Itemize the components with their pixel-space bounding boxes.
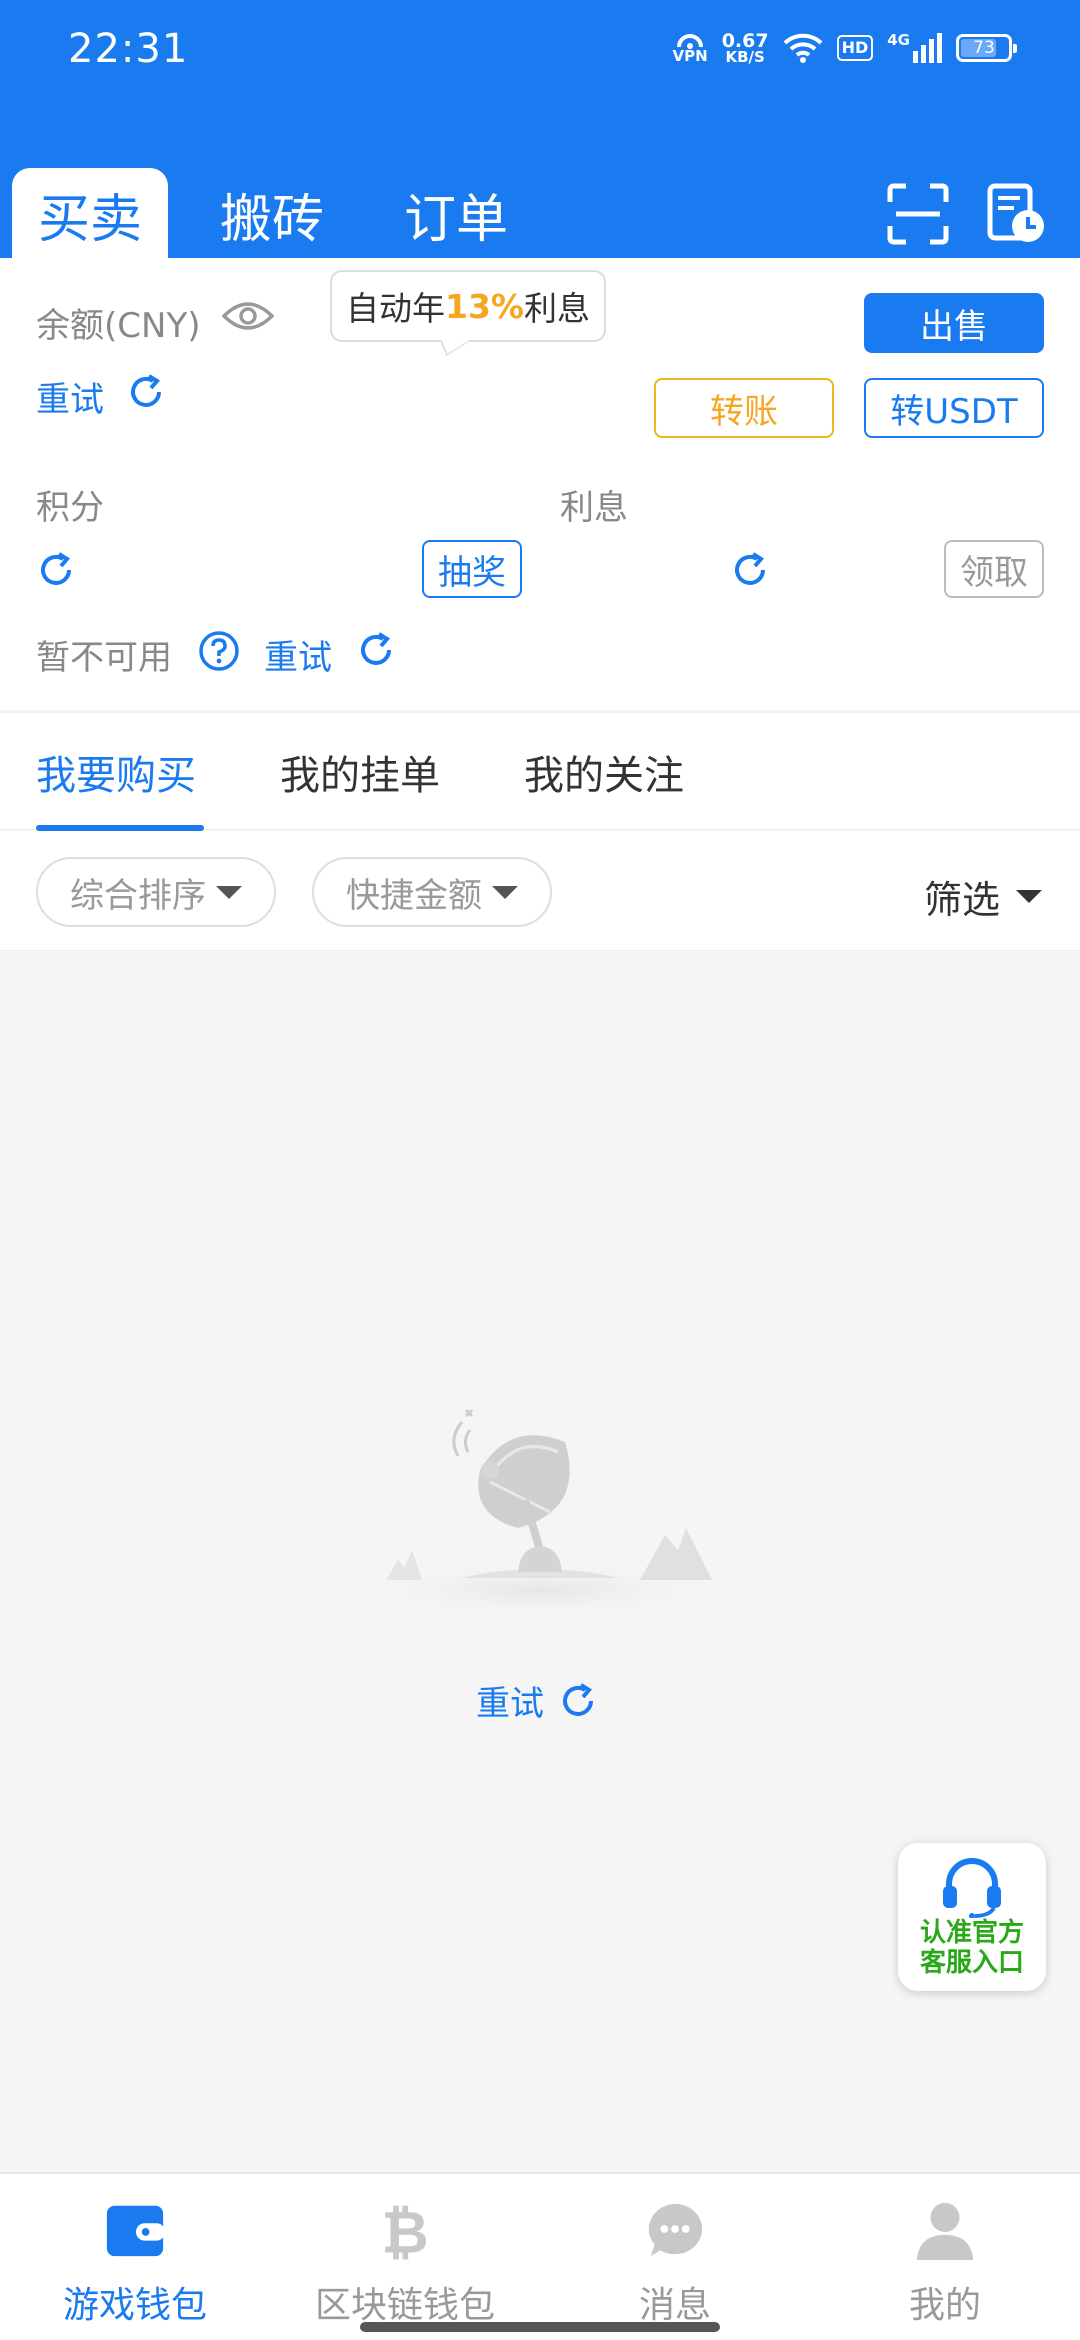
- svg-text:₿: ₿: [381, 2198, 428, 2262]
- hd-badge: HD: [836, 35, 874, 61]
- empty-retry-label: 重试: [476, 1684, 544, 1724]
- empty-retry[interactable]: 重试: [476, 1676, 598, 1725]
- claim-button[interactable]: 领取: [944, 540, 1044, 598]
- service-text-2: 客服入口: [919, 1948, 1024, 1978]
- sort-dropdown[interactable]: 综合排序: [36, 857, 276, 927]
- tab-buy-sell[interactable]: 买卖: [12, 168, 168, 260]
- to-usdt-button[interactable]: 转USDT: [864, 378, 1044, 438]
- help-icon[interactable]: [198, 630, 240, 672]
- caret-down-icon: [492, 885, 518, 899]
- caret-down-icon: [1016, 890, 1042, 903]
- service-text-1: 认准官方: [919, 1918, 1024, 1948]
- status-time: 22:31: [68, 26, 189, 72]
- retry-link-2[interactable]: 重试: [264, 630, 332, 679]
- lottery-button[interactable]: 抽奖: [422, 540, 522, 598]
- tab-my-listings[interactable]: 我的挂单: [280, 743, 440, 801]
- tab-brick[interactable]: 搬砖: [220, 168, 324, 260]
- customer-service-button[interactable]: 认准官方 客服入口: [898, 1843, 1046, 1991]
- transfer-button[interactable]: 转账: [654, 378, 834, 438]
- interest-label: 利息: [560, 488, 628, 528]
- points-label: 积分: [36, 488, 104, 528]
- interest-refresh-icon[interactable]: [730, 550, 770, 590]
- market-tabs: 我要购买 我的挂单 我的关注: [0, 712, 1080, 831]
- bitcoin-icon: ₿: [381, 2198, 428, 2262]
- user-icon: [916, 2202, 974, 2261]
- app-header: 22:31 VPN 0.67 KB/S HD 4G 73 买卖 搬砖 订单: [0, 0, 1080, 260]
- network-speed: 0.67 KB/S: [721, 29, 769, 66]
- nav-me[interactable]: 我的: [810, 2198, 1080, 2328]
- chat-icon: [648, 2203, 703, 2257]
- wallet-icon: [106, 2205, 166, 2257]
- history-icon[interactable]: [984, 182, 1048, 246]
- battery-icon: 73: [956, 34, 1017, 62]
- headset-icon: [943, 1858, 1001, 1918]
- refresh-icon: [563, 1682, 593, 1716]
- scan-icon[interactable]: [886, 182, 950, 246]
- caret-down-icon: [216, 885, 242, 899]
- tab-buy[interactable]: 我要购买: [36, 743, 196, 801]
- nav-game-wallet[interactable]: 游戏钱包: [0, 2198, 270, 2328]
- signal-icon: 4G: [887, 33, 942, 63]
- interest-tooltip: 自动年 13% 利息: [330, 270, 606, 342]
- tab-my-follows[interactable]: 我的关注: [524, 743, 684, 801]
- points-refresh-icon[interactable]: [36, 550, 76, 590]
- sell-button[interactable]: 出售: [864, 293, 1044, 353]
- filter-button[interactable]: 筛选: [924, 869, 1042, 924]
- filter-bar: 综合排序 快捷金额 筛选: [0, 831, 1080, 951]
- eye-icon[interactable]: [222, 298, 274, 334]
- wifi-icon: [783, 33, 822, 63]
- nav-messages[interactable]: 消息: [540, 2198, 810, 2328]
- quick-amount-dropdown[interactable]: 快捷金额: [312, 857, 552, 927]
- refresh-icon-2[interactable]: [356, 630, 396, 670]
- tab-orders[interactable]: 订单: [404, 168, 508, 260]
- home-indicator[interactable]: [360, 2322, 720, 2332]
- balance-label: 余额(CNY): [36, 306, 201, 346]
- refresh-icon[interactable]: [126, 372, 166, 412]
- status-icons: VPN 0.67 KB/S HD 4G 73: [673, 26, 1017, 70]
- vpn-icon: VPN: [673, 33, 708, 64]
- retry-link[interactable]: 重试: [36, 372, 104, 421]
- nav-blockchain-wallet[interactable]: ₿ 区块链钱包: [270, 2198, 540, 2328]
- unavailable-label: 暂不可用: [36, 638, 172, 678]
- account-card: 余额(CNY) 自动年 13% 利息 出售 重试 转账 转USDT 积分 利息 抽奖…: [0, 258, 1080, 710]
- bottom-nav: 游戏钱包 ₿ 区块链钱包 消息 我的: [0, 2172, 1080, 2340]
- satellite-dish-illustration: [340, 1408, 740, 1620]
